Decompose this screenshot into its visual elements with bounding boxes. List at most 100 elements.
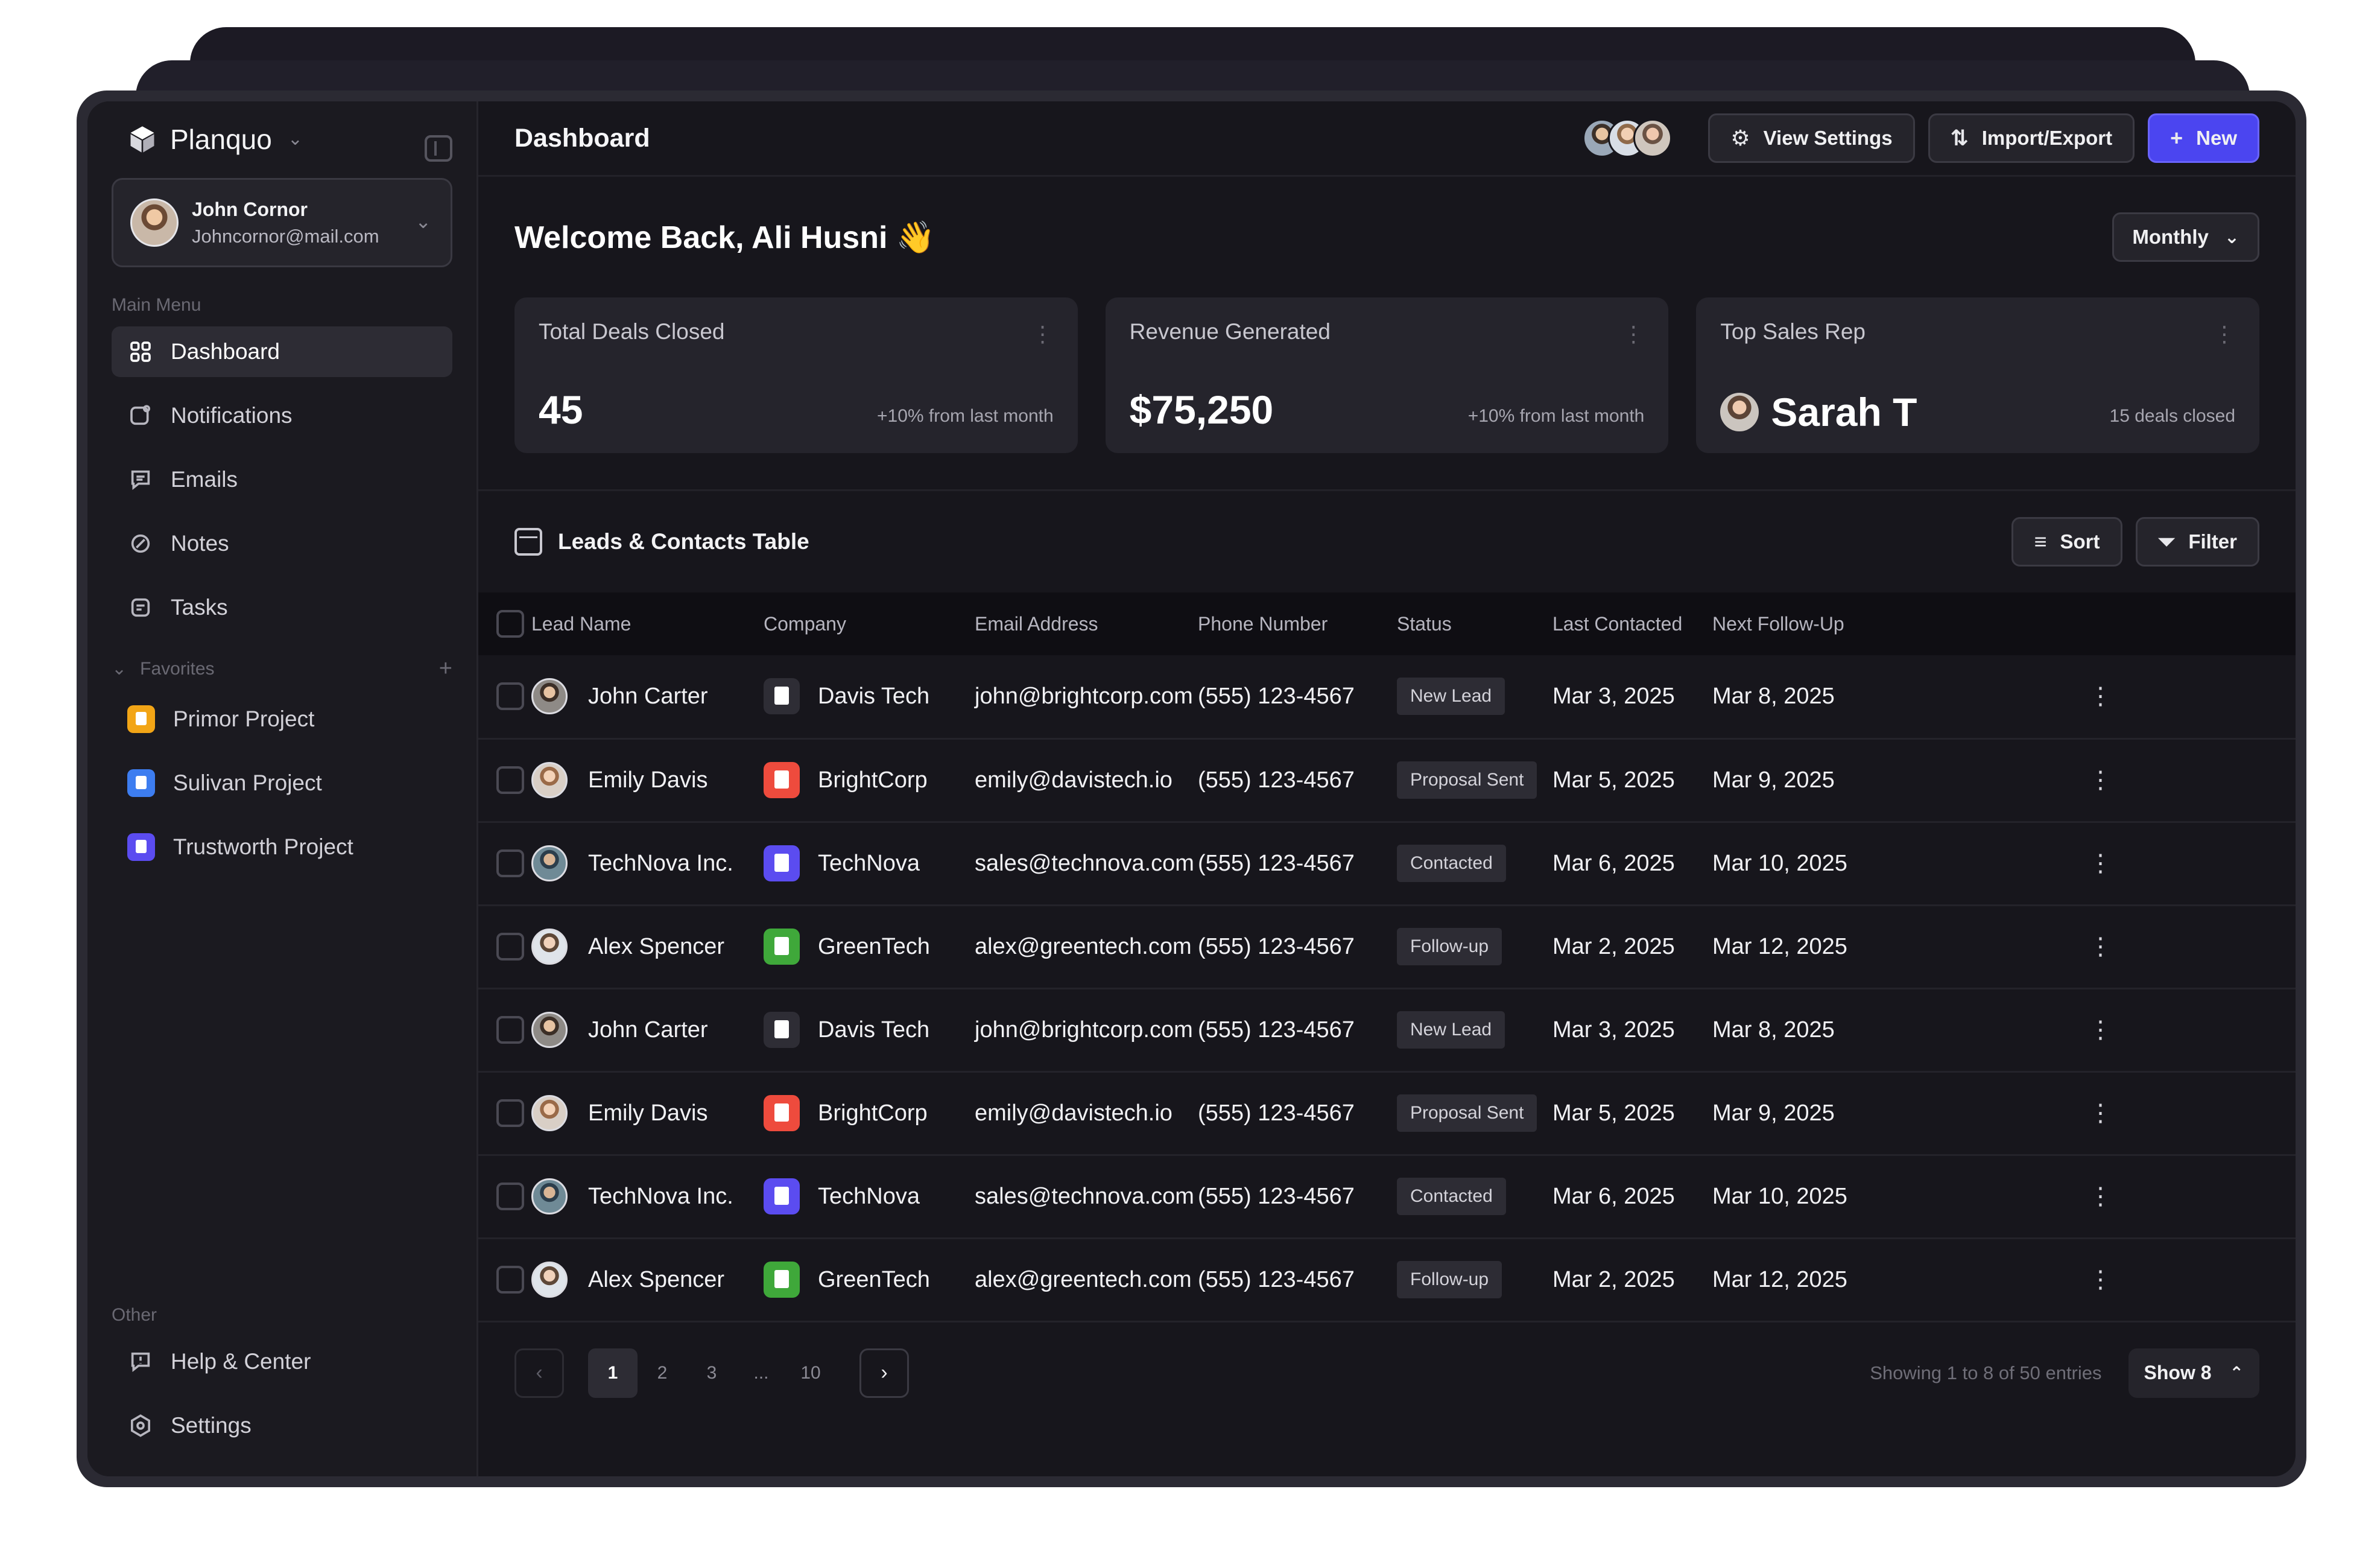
last-contacted-cell: Mar 5, 2025 bbox=[1552, 1100, 1675, 1126]
sidebar-item-dashboard[interactable]: Dashboard bbox=[112, 326, 452, 377]
more-vertical-icon[interactable]: ⋮ bbox=[1905, 905, 2296, 988]
row-checkbox[interactable] bbox=[496, 933, 524, 960]
page-button[interactable]: 3 bbox=[687, 1348, 736, 1398]
company-logo-icon bbox=[764, 1262, 800, 1298]
email-cell[interactable]: john@brightcorp.com bbox=[975, 655, 1198, 738]
filter-button[interactable]: ⏷ Filter bbox=[2135, 517, 2259, 567]
more-vertical-icon[interactable]: ⋮ bbox=[1905, 1238, 2296, 1321]
lead-cell: TechNova Inc. bbox=[531, 845, 764, 881]
company-name: Davis Tech bbox=[818, 683, 930, 709]
table-row[interactable]: Emily Davis BrightCorp emily@davistech.io(… bbox=[478, 738, 2296, 822]
table-row[interactable]: Emily Davis BrightCorp emily@davistech.io(… bbox=[478, 1071, 2296, 1155]
import-export-icon: ⇅ bbox=[1950, 125, 1969, 150]
favorites-label: Favorites bbox=[140, 658, 215, 679]
sidebar-item-notifications[interactable]: Notifications bbox=[112, 390, 452, 441]
view-settings-button[interactable]: ⚙ View Settings bbox=[1708, 113, 1915, 163]
email-cell[interactable]: alex@greentech.com bbox=[975, 1238, 1198, 1321]
sort-button[interactable]: ≡ Sort bbox=[2011, 517, 2122, 567]
favorite-label: Sulivan Project bbox=[173, 770, 322, 795]
table-row[interactable]: John Carter Davis Tech john@brightcorp.com… bbox=[478, 655, 2296, 738]
collapse-sidebar-icon[interactable] bbox=[425, 135, 452, 162]
project-icon bbox=[127, 833, 155, 861]
period-select[interactable]: Monthly ⌄ bbox=[2112, 212, 2259, 262]
more-vertical-icon[interactable]: ⋮ bbox=[1905, 822, 2296, 905]
row-checkbox[interactable] bbox=[496, 1266, 524, 1294]
email-cell[interactable]: emily@davistech.io bbox=[975, 738, 1198, 822]
row-checkbox[interactable] bbox=[496, 849, 524, 877]
email-cell[interactable]: emily@davistech.io bbox=[975, 1071, 1198, 1155]
more-vertical-icon[interactable]: ⋮ bbox=[1905, 738, 2296, 822]
sidebar-item-notes[interactable]: Notes bbox=[112, 518, 452, 569]
column-header[interactable]: Company bbox=[764, 592, 975, 655]
favorite-trustworth-project[interactable]: Trustworth Project bbox=[112, 822, 452, 872]
sidebar-item-settings[interactable]: Settings bbox=[112, 1400, 452, 1451]
favorites-header[interactable]: ⌄ Favorites + bbox=[112, 656, 452, 682]
user-email: Johncornor@mail.com bbox=[192, 225, 379, 247]
column-header[interactable]: Lead Name bbox=[531, 592, 764, 655]
avatar bbox=[531, 1262, 568, 1298]
table-row[interactable]: Alex Spencer GreenTech alex@greentech.com(… bbox=[478, 905, 2296, 988]
app-name: Planquo bbox=[170, 123, 272, 155]
column-header[interactable]: Next Follow-Up bbox=[1712, 592, 1905, 655]
add-favorite-icon[interactable]: + bbox=[439, 656, 452, 682]
row-checkbox[interactable] bbox=[496, 1099, 524, 1127]
stat-title: Top Sales Rep bbox=[1720, 319, 1866, 344]
column-header[interactable]: Phone Number bbox=[1198, 592, 1397, 655]
brand[interactable]: Planquo ⌄ bbox=[112, 101, 452, 177]
table-row[interactable]: TechNova Inc. TechNova sales@technova.com(… bbox=[478, 1155, 2296, 1238]
last-contacted-cell: Mar 2, 2025 bbox=[1552, 933, 1675, 959]
company-logo-icon bbox=[764, 1012, 800, 1048]
page-button[interactable]: 2 bbox=[638, 1348, 687, 1398]
device-frame: Planquo ⌄ John Cornor Johncornor@mail.co… bbox=[77, 90, 2306, 1487]
mail-icon bbox=[127, 466, 154, 493]
table-row[interactable]: TechNova Inc. TechNova sales@technova.com(… bbox=[478, 822, 2296, 905]
email-cell[interactable]: john@brightcorp.com bbox=[975, 988, 1198, 1071]
lead-cell: TechNova Inc. bbox=[531, 1178, 764, 1214]
more-vertical-icon[interactable]: ⋮ bbox=[1905, 988, 2296, 1071]
new-button[interactable]: + New bbox=[2148, 113, 2259, 163]
next-page-button[interactable]: › bbox=[859, 1348, 909, 1398]
more-vertical-icon[interactable]: ⋮ bbox=[1032, 322, 1054, 347]
table-row[interactable]: Alex Spencer GreenTech alex@greentech.com(… bbox=[478, 1238, 2296, 1321]
row-checkbox[interactable] bbox=[496, 1016, 524, 1044]
more-vertical-icon[interactable]: ⋮ bbox=[1905, 655, 2296, 738]
prev-page-button[interactable]: ‹ bbox=[514, 1348, 564, 1398]
email-cell[interactable]: sales@technova.com bbox=[975, 1155, 1198, 1238]
avatar bbox=[1720, 393, 1759, 431]
plus-icon: + bbox=[2170, 125, 2183, 150]
next-follow-up-cell: Mar 8, 2025 bbox=[1712, 1017, 1835, 1043]
collaborator-avatars[interactable] bbox=[1583, 119, 1673, 157]
row-checkbox[interactable] bbox=[496, 766, 524, 794]
phone-cell: (555) 123-4567 bbox=[1198, 767, 1355, 793]
lead-name: Emily Davis bbox=[588, 767, 708, 793]
row-checkbox[interactable] bbox=[496, 682, 524, 711]
user-switcher[interactable]: John Cornor Johncornor@mail.com ⌄ bbox=[112, 178, 452, 267]
sidebar-item-help[interactable]: Help & Center bbox=[112, 1336, 452, 1387]
more-vertical-icon[interactable]: ⋮ bbox=[1905, 1155, 2296, 1238]
email-cell[interactable]: alex@greentech.com bbox=[975, 905, 1198, 988]
sidebar-item-emails[interactable]: Emails bbox=[112, 454, 452, 505]
email-cell[interactable]: sales@technova.com bbox=[975, 822, 1198, 905]
bell-icon bbox=[127, 402, 154, 429]
sidebar-item-tasks[interactable]: Tasks bbox=[112, 582, 452, 633]
select-all-checkbox[interactable] bbox=[496, 610, 524, 638]
lead-cell: Alex Spencer bbox=[531, 929, 764, 965]
more-vertical-icon[interactable]: ⋮ bbox=[1905, 1071, 2296, 1155]
table-row[interactable]: John Carter Davis Tech john@brightcorp.com… bbox=[478, 988, 2296, 1071]
column-header[interactable]: Email Address bbox=[975, 592, 1198, 655]
favorite-sulivan-project[interactable]: Sulivan Project bbox=[112, 758, 452, 808]
avatar bbox=[531, 929, 568, 965]
chevron-down-icon[interactable]: ⌄ bbox=[288, 129, 303, 150]
column-header[interactable]: Status bbox=[1397, 592, 1552, 655]
chevron-up-icon: ⌃ bbox=[2229, 1364, 2244, 1382]
column-header[interactable]: Last Contacted bbox=[1552, 592, 1712, 655]
favorite-primor-project[interactable]: Primor Project bbox=[112, 694, 452, 744]
page-button[interactable]: 1 bbox=[588, 1348, 638, 1398]
page-button[interactable]: 10 bbox=[786, 1348, 835, 1398]
import-export-button[interactable]: ⇅ Import/Export bbox=[1928, 113, 2135, 163]
more-vertical-icon[interactable]: ⋮ bbox=[2214, 322, 2235, 347]
row-checkbox[interactable] bbox=[496, 1183, 524, 1210]
more-vertical-icon[interactable]: ⋮ bbox=[1622, 322, 1644, 347]
page-size-select[interactable]: Show 8 ⌃ bbox=[2128, 1348, 2259, 1398]
sidebar-item-label: Help & Center bbox=[171, 1349, 311, 1374]
